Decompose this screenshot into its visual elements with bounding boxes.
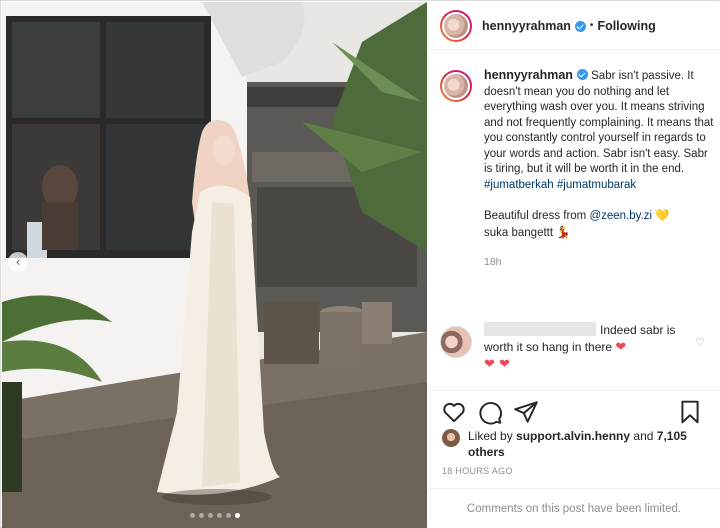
post-timestamp[interactable]: 18 HOURS AGO [442,466,513,476]
share-icon[interactable] [513,399,539,425]
liker-username-link[interactable]: support.alvin.henny [516,429,630,443]
action-bar [428,390,720,432]
caption-paragraph-3: suka bangettt [484,226,554,239]
comment-text: Indeed sabr is worth it so hang in there… [484,322,684,373]
separator-dot: • [589,20,594,31]
instagram-post-window: ‹ hennyyrahman • Following hennyyrahman … [0,0,720,528]
avatar[interactable] [440,9,472,42]
comment-icon[interactable] [477,399,503,425]
carousel-dots [2,513,427,518]
carousel-dot [189,513,195,518]
bookmark-icon[interactable] [677,399,703,425]
caption-time[interactable]: 18h [484,255,714,271]
hashtag-link[interactable]: #jumatmubarak [557,179,636,191]
carousel-dot [225,513,231,518]
likes-prefix: Liked by [468,429,513,443]
carousel-dot [207,513,213,518]
following-button[interactable]: Following [597,19,655,33]
yellow-heart-emoji: 💛 [655,208,670,222]
post-header: hennyyrahman • Following [428,2,720,50]
dancer-emoji: 💃 [556,224,571,239]
verified-badge-icon [576,69,588,80]
comment: Indeed sabr is worth it so hang in there… [440,322,715,373]
liker-avatar[interactable] [442,429,460,447]
photo-illustration [2,2,427,528]
caption-paragraph-1: Sabr isn't passive. It doesn't mean you … [484,70,714,175]
comments-limited-notice: Comments on this post have been limited. [428,488,720,528]
redacted-username [484,322,596,336]
caption-username-link[interactable]: hennyyrahman [484,68,573,82]
likes-summary: Liked by support.alvin.henny and 7,105 o… [442,428,712,460]
post-sidebar: hennyyrahman • Following hennyyrahman Sa… [428,2,720,528]
comment-avatar[interactable] [440,326,472,358]
red-heart-emoji: ❤ [615,340,627,355]
like-icon[interactable] [441,399,467,425]
carousel-dot [216,513,222,518]
likes-and: and [633,429,654,443]
red-heart-emoji: ❤ ❤ [484,357,510,372]
caption-text: hennyyrahman Sabr isn't passive. It does… [484,68,714,271]
carousel-dot-active [234,513,240,518]
avatar[interactable] [440,70,472,102]
mention-link[interactable]: @zeen.by.zi [589,210,652,222]
heart-outline-icon[interactable]: ♡ [695,336,705,349]
post-photo[interactable]: ‹ [2,2,427,528]
chevron-left-icon[interactable]: ‹ [8,252,28,272]
username-link[interactable]: hennyyrahman [482,19,571,33]
carousel-dot [198,513,204,518]
verified-badge-icon [574,21,586,32]
caption: hennyyrahman Sabr isn't passive. It does… [440,68,715,271]
caption-paragraph-2: Beautiful dress from [484,210,587,222]
hashtag-link[interactable]: #jumatberkah [484,179,554,191]
